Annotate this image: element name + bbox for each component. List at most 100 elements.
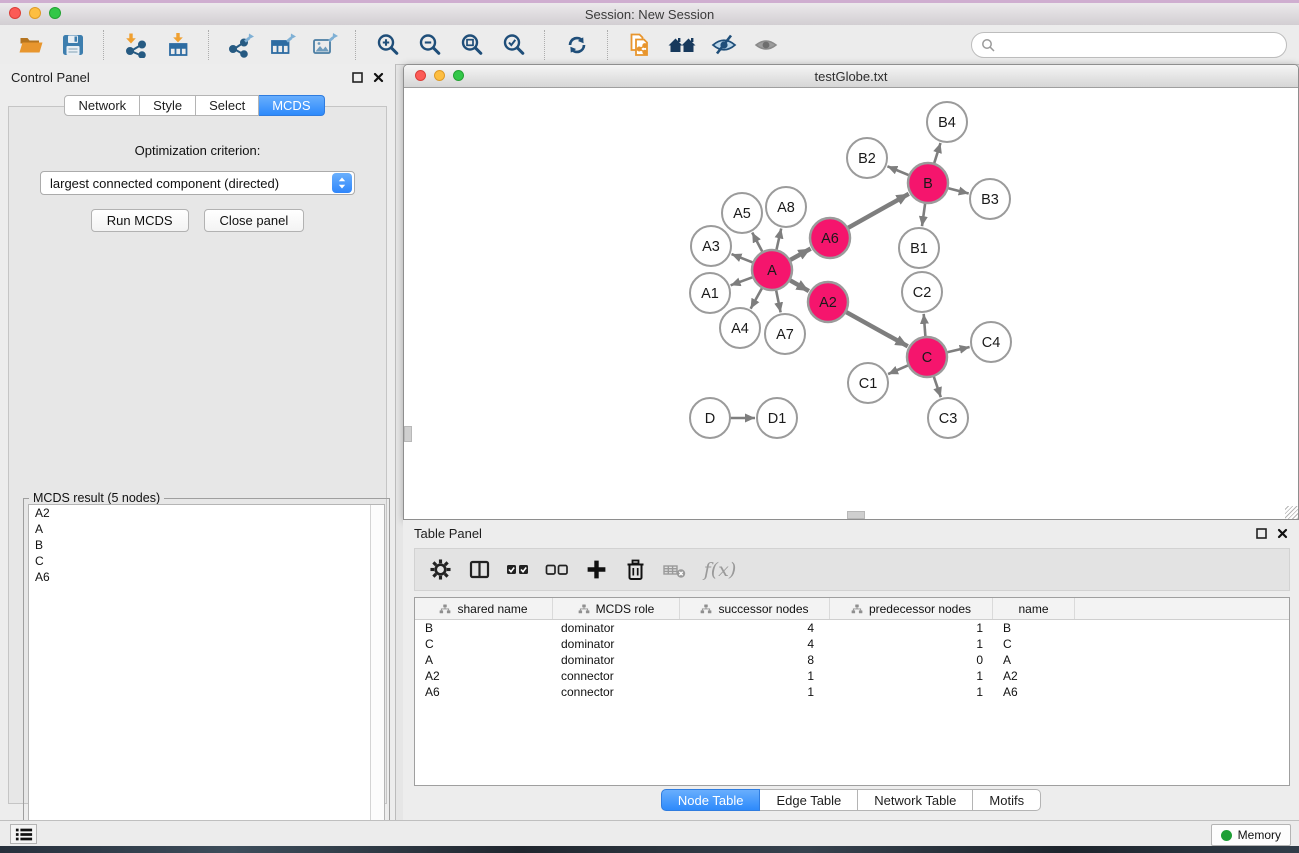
homes-button[interactable] [663, 28, 700, 62]
table-cell[interactable]: 1 [830, 684, 993, 700]
close-panel-button-mcds[interactable]: Close panel [204, 209, 305, 232]
show-eye-button[interactable] [747, 28, 784, 62]
select-all-button[interactable] [503, 555, 533, 585]
graph-node-A6[interactable]: A6 [810, 218, 850, 258]
save-session-button[interactable] [54, 28, 91, 62]
table-cell[interactable]: 4 [680, 620, 830, 636]
zoom-window-icon[interactable] [49, 7, 61, 19]
graph-node-C4[interactable]: C4 [971, 322, 1011, 362]
search-input[interactable] [1001, 36, 1277, 53]
search-box[interactable] [971, 32, 1287, 58]
import-table-button[interactable] [159, 28, 196, 62]
table-cell[interactable]: A [415, 652, 553, 668]
graph-node-D1[interactable]: D1 [757, 398, 797, 438]
graph-edge-A-A5[interactable] [752, 233, 763, 255]
table-cell[interactable]: B [415, 620, 553, 636]
graph-node-B4[interactable]: B4 [927, 102, 967, 142]
column-header-shared-name[interactable]: shared name [415, 598, 553, 619]
graph-node-C2[interactable]: C2 [902, 272, 942, 312]
table-cell[interactable]: connector [553, 684, 680, 700]
table-cell[interactable]: B [993, 620, 1075, 636]
table-row[interactable]: A6connector11A6 [415, 684, 1289, 700]
graph-node-B3[interactable]: B3 [970, 179, 1010, 219]
graph-node-C[interactable]: C [907, 337, 947, 377]
memory-button[interactable]: Memory [1211, 824, 1291, 846]
table-cell[interactable]: C [993, 636, 1075, 652]
graph-edge-A-A7[interactable] [776, 288, 781, 313]
hide-eye-button[interactable] [705, 28, 742, 62]
table-cell[interactable]: 1 [680, 684, 830, 700]
graph-node-A2[interactable]: A2 [808, 282, 848, 322]
graph-node-A3[interactable]: A3 [691, 226, 731, 266]
table-cell[interactable]: 1 [830, 620, 993, 636]
close-view-icon[interactable] [415, 70, 426, 81]
table-tab-network-table[interactable]: Network Table [858, 789, 973, 811]
table-cell[interactable]: 4 [680, 636, 830, 652]
control-tab-select[interactable]: Select [196, 95, 259, 116]
zoom-out-button[interactable] [411, 28, 448, 62]
vertical-scroll-hint[interactable] [404, 426, 412, 442]
table-cell[interactable]: A2 [993, 668, 1075, 684]
table-cell[interactable]: 8 [680, 652, 830, 668]
delete-column-button[interactable] [620, 555, 650, 585]
export-table-button[interactable] [264, 28, 301, 62]
export-network-button[interactable] [222, 28, 259, 62]
table-row[interactable]: Adominator80A [415, 652, 1289, 668]
table-cell[interactable]: A2 [415, 668, 553, 684]
table-cell[interactable]: 1 [830, 668, 993, 684]
task-history-button[interactable] [10, 824, 37, 844]
table-cell[interactable]: 1 [680, 668, 830, 684]
table-cell[interactable]: connector [553, 668, 680, 684]
import-network-button[interactable] [117, 28, 154, 62]
graph-node-B2[interactable]: B2 [847, 138, 887, 178]
mcds-result-item[interactable]: A2 [29, 505, 384, 521]
zoom-in-button[interactable] [369, 28, 406, 62]
graph-node-C1[interactable]: C1 [848, 363, 888, 403]
zoom-selected-button[interactable] [495, 28, 532, 62]
zoom-view-icon[interactable] [453, 70, 464, 81]
minimize-window-icon[interactable] [29, 7, 41, 19]
delete-table-button[interactable] [659, 555, 689, 585]
table-cell[interactable]: C [415, 636, 553, 652]
table-tab-node-table[interactable]: Node Table [661, 789, 761, 811]
graph-node-D[interactable]: D [690, 398, 730, 438]
column-header-successor-nodes[interactable]: successor nodes [680, 598, 830, 619]
table-tab-motifs[interactable]: Motifs [973, 789, 1041, 811]
graph-edge-A-A8[interactable] [776, 229, 781, 253]
network-graph[interactable]: B4B2BB3A8A5A6A3B1AA1C2A2A4A7C4CC1C3DD1 [404, 88, 1298, 519]
table-row[interactable]: Cdominator41C [415, 636, 1289, 652]
duplicate-network-button[interactable] [621, 28, 658, 62]
minimize-view-icon[interactable] [434, 70, 445, 81]
control-tab-network[interactable]: Network [64, 95, 140, 116]
table-cell[interactable]: dominator [553, 652, 680, 668]
graph-node-C3[interactable]: C3 [928, 398, 968, 438]
column-header-MCDS-role[interactable]: MCDS role [553, 598, 680, 619]
table-tab-edge-table[interactable]: Edge Table [760, 789, 858, 811]
table-settings-button[interactable] [425, 555, 455, 585]
run-mcds-button[interactable]: Run MCDS [91, 209, 189, 232]
graph-edge-A-A2[interactable] [788, 279, 809, 291]
table-row[interactable]: Bdominator41B [415, 620, 1289, 636]
table-cell[interactable]: A6 [993, 684, 1075, 700]
close-window-icon[interactable] [9, 7, 21, 19]
graph-edge-A-A3[interactable] [732, 254, 756, 263]
mcds-result-item[interactable]: C [29, 553, 384, 569]
graph-node-B1[interactable]: B1 [899, 228, 939, 268]
show-columns-button[interactable] [464, 555, 494, 585]
graph-node-A1[interactable]: A1 [690, 273, 730, 313]
criterion-dropdown[interactable]: largest connected component (directed) [40, 171, 355, 195]
resize-grip[interactable] [1285, 506, 1298, 519]
graph-edge-A-A1[interactable] [731, 276, 756, 285]
graph-edge-C-C4[interactable] [945, 347, 970, 353]
table-cell[interactable]: A [993, 652, 1075, 668]
network-canvas[interactable]: B4B2BB3A8A5A6A3B1AA1C2A2A4A7C4CC1C3DD1 [404, 88, 1298, 519]
add-column-button[interactable] [581, 555, 611, 585]
graph-node-A4[interactable]: A4 [720, 308, 760, 348]
zoom-fit-button[interactable] [453, 28, 490, 62]
refresh-button[interactable] [558, 28, 595, 62]
graph-edge-B-B1[interactable] [922, 201, 926, 226]
mcds-result-item[interactable]: B [29, 537, 384, 553]
export-image-button[interactable] [306, 28, 343, 62]
graph-edge-B-B4[interactable] [933, 143, 940, 166]
deselect-all-button[interactable] [542, 555, 572, 585]
